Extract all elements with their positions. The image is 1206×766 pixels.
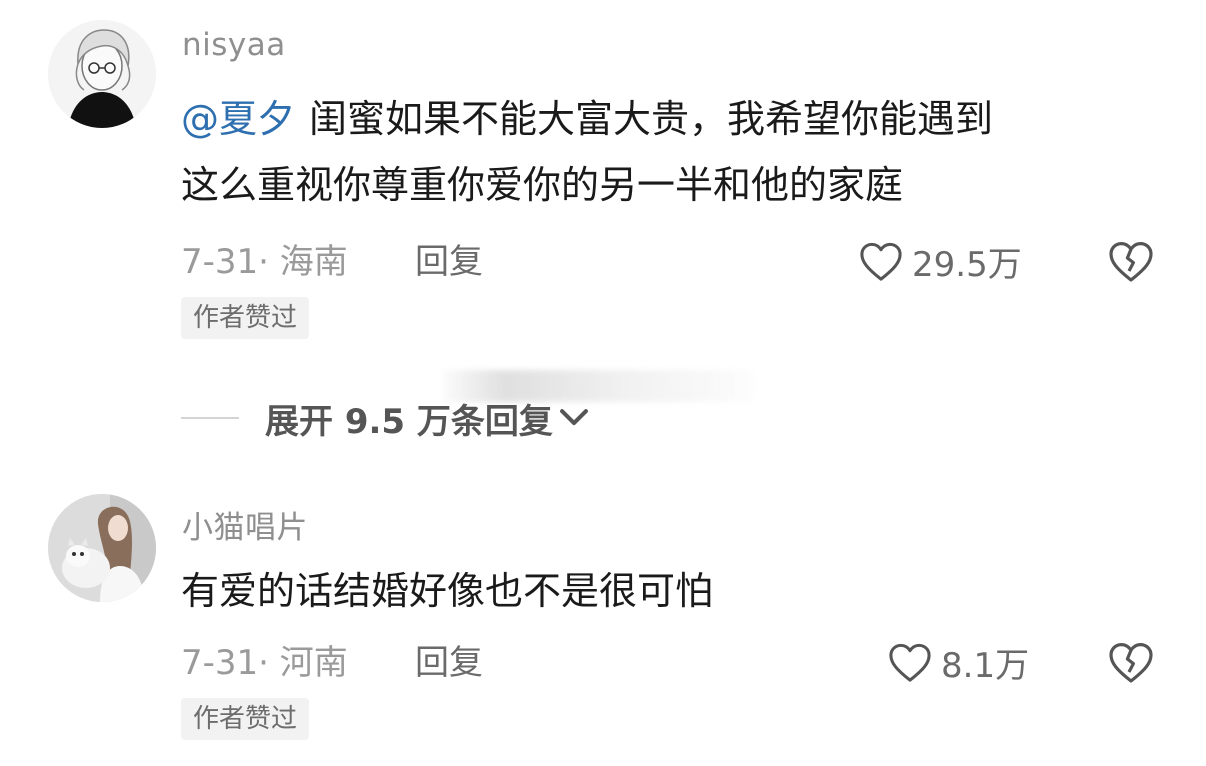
mention-link[interactable]: @夏夕 bbox=[181, 97, 295, 141]
comment-text: 有爱的话结婚好像也不是很可怕 bbox=[181, 558, 1141, 624]
comment-text-line: 有爱的话结婚好像也不是很可怕 bbox=[181, 569, 714, 613]
reply-button[interactable]: 回复 bbox=[415, 240, 483, 284]
avatar[interactable] bbox=[48, 20, 156, 128]
comment-item: nisyaa @夏夕 闺蜜如果不能大富大贵，我希望你能遇到 这么重视你尊重你爱你的… bbox=[0, 0, 1206, 360]
comment-item: 小猫唱片 有爱的话结婚好像也不是很可怕 7-31· 河南 回复 8.1万 作者赞… bbox=[0, 480, 1206, 766]
like-count: 8.1万 bbox=[941, 645, 1030, 686]
date-location: 7-31· 海南 bbox=[181, 242, 348, 282]
username[interactable]: nisyaa bbox=[182, 27, 286, 63]
reply-button[interactable]: 回复 bbox=[415, 641, 483, 685]
broken-heart-icon bbox=[1109, 643, 1153, 683]
comment-text-line: 这么重视你尊重你爱你的另一半和他的家庭 bbox=[181, 163, 904, 207]
date-location: 7-31· 河南 bbox=[181, 643, 348, 683]
like-count: 29.5万 bbox=[912, 244, 1022, 285]
comment-text-segment: 闺蜜如果不能大富大贵，我希望你能遇到 bbox=[309, 97, 994, 141]
expand-replies-button[interactable]: 展开 9.5 万条回复 bbox=[181, 390, 591, 446]
divider-line bbox=[181, 417, 239, 419]
like-button[interactable]: 8.1万 bbox=[887, 637, 1029, 687]
author-liked-badge: 作者赞过 bbox=[181, 698, 310, 740]
dislike-button[interactable] bbox=[1107, 637, 1155, 687]
broken-heart-icon bbox=[1109, 242, 1153, 282]
like-button[interactable]: 29.5万 bbox=[858, 236, 1022, 286]
avatar[interactable] bbox=[48, 494, 156, 602]
chevron-down-icon bbox=[559, 409, 588, 426]
heart-outline-icon bbox=[889, 643, 931, 682]
comment-text: @夏夕 闺蜜如果不能大富大贵，我希望你能遇到 这么重视你尊重你爱你的另一半和他的家… bbox=[181, 86, 1141, 218]
avatar-photo bbox=[48, 494, 156, 602]
expand-replies-label: 展开 9.5 万条回复 bbox=[265, 401, 553, 442]
comment-text-line: @夏夕 闺蜜如果不能大富大贵，我希望你能遇到 bbox=[181, 86, 1141, 152]
username[interactable]: 小猫唱片 bbox=[182, 502, 308, 547]
avatar-illustration bbox=[48, 20, 156, 128]
dislike-button[interactable] bbox=[1107, 236, 1155, 286]
heart-outline-icon bbox=[860, 242, 902, 281]
author-liked-badge: 作者赞过 bbox=[181, 297, 310, 339]
